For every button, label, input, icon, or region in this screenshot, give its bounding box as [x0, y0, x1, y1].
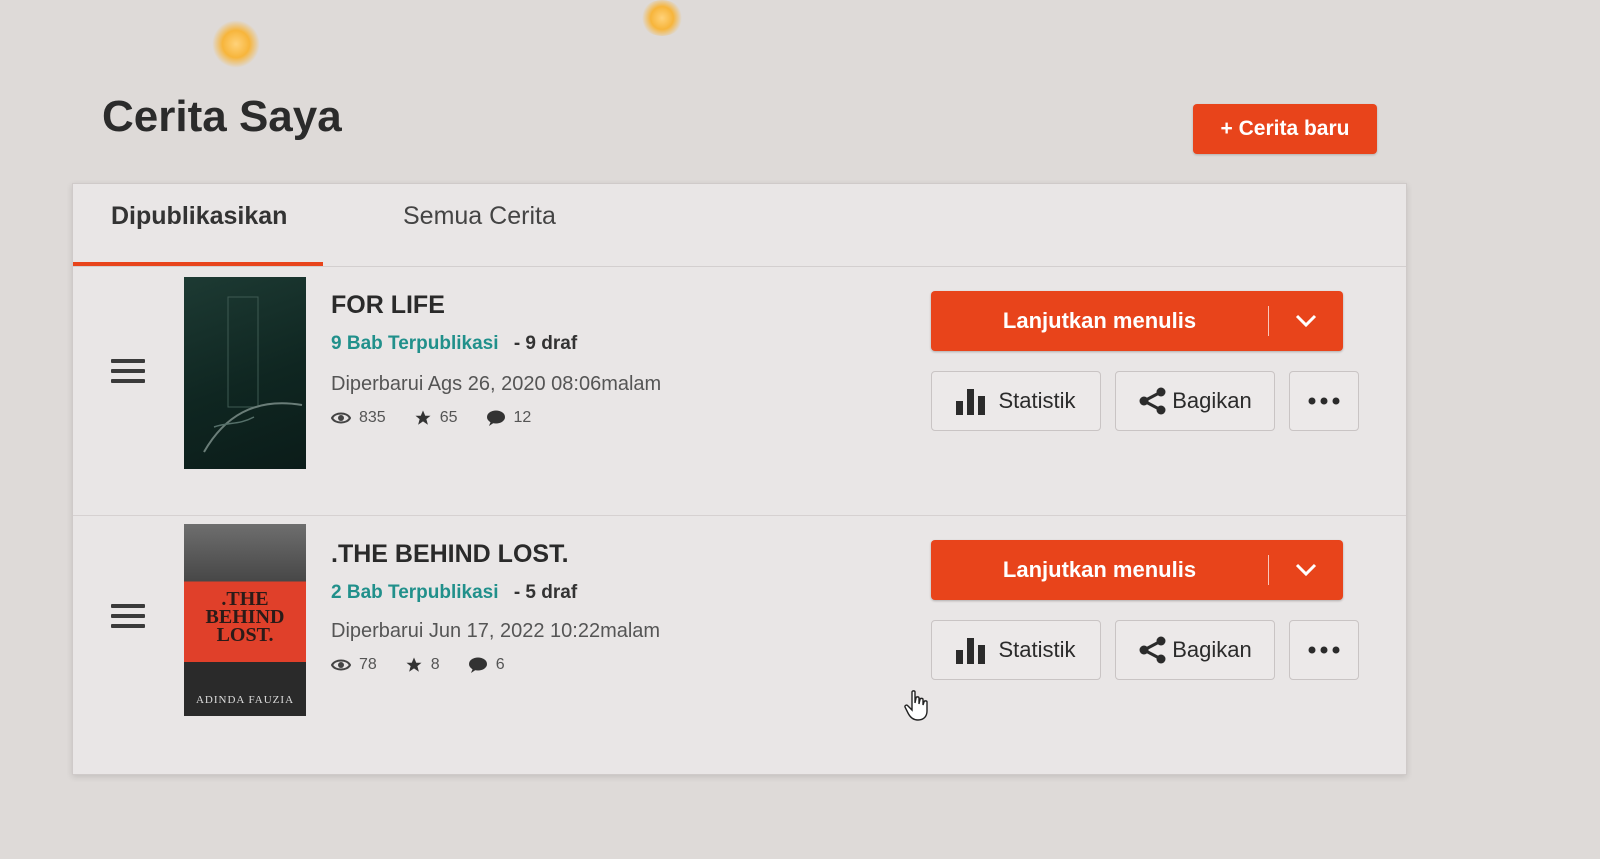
comments-count: 12: [513, 409, 532, 426]
share-button[interactable]: Bagikan: [1115, 371, 1275, 431]
story-cover[interactable]: [184, 277, 306, 469]
cover-title: .THE BEHIND LOST.: [205, 588, 285, 646]
hamburger-icon[interactable]: [111, 604, 145, 630]
page-title: Cerita Saya: [102, 92, 342, 141]
comments-count: 6: [495, 656, 505, 673]
cover-top-text: [184, 524, 306, 530]
comments-stat: 6: [468, 656, 505, 674]
statistics-label: Statistik: [998, 637, 1076, 662]
more-options-button[interactable]: [1289, 620, 1359, 680]
continue-writing-label[interactable]: Lanjutkan menulis: [931, 308, 1268, 334]
cover-artwork: [203, 296, 303, 453]
reads-stat: 78: [331, 656, 377, 674]
hamburger-icon[interactable]: [111, 359, 145, 385]
stories-card: Dipublikasikan Semua Cerita FOR LIFE 9 B…: [72, 183, 1407, 775]
ellipsis-icon: [1308, 646, 1340, 654]
active-tab-indicator: [73, 262, 323, 266]
ellipsis-icon: [1308, 397, 1340, 405]
published-parts-link[interactable]: 2 Bab Terpublikasi: [331, 582, 499, 603]
share-button[interactable]: Bagikan: [1115, 620, 1275, 680]
draft-count: - 5 draf: [513, 582, 578, 603]
statistics-label: Statistik: [998, 388, 1076, 413]
share-icon: [1139, 387, 1166, 415]
votes-stat: 8: [405, 656, 440, 674]
reads-stat: 835: [331, 409, 386, 427]
draft-count: - 9 draf: [513, 333, 578, 354]
updated-date: Diperbarui Jun 17, 2022 10:22malam: [331, 620, 661, 642]
story-stats: 78 8 6: [331, 656, 533, 674]
eye-icon: [331, 659, 351, 671]
hand-cursor-icon: [904, 690, 928, 721]
story-title[interactable]: .THE BEHIND LOST.: [331, 540, 569, 569]
bar-chart-icon: [956, 638, 986, 664]
chevron-down-icon[interactable]: [1269, 314, 1343, 328]
new-story-button[interactable]: + Cerita baru: [1193, 104, 1377, 154]
tab-published[interactable]: Dipublikasikan: [111, 202, 287, 231]
share-label: Bagikan: [1172, 637, 1252, 662]
continue-writing-button: Lanjutkan menulis: [931, 540, 1343, 600]
more-options-button[interactable]: [1289, 371, 1359, 431]
votes-count: 8: [430, 656, 440, 673]
updated-date: Diperbarui Ags 26, 2020 08:06malam: [331, 373, 662, 395]
comment-icon: [486, 410, 505, 426]
story-row: .THE BEHIND LOST. ADINDA FAUZIA .THE BEH…: [73, 515, 1406, 764]
continue-writing-button: Lanjutkan menulis: [931, 291, 1343, 351]
share-label: Bagikan: [1172, 388, 1252, 413]
story-cover[interactable]: .THE BEHIND LOST. ADINDA FAUZIA: [184, 524, 306, 716]
story-stats: 835 65 12: [331, 409, 559, 427]
bar-chart-icon: [956, 389, 986, 415]
votes-stat: 65: [414, 409, 458, 427]
chevron-down-icon[interactable]: [1269, 563, 1343, 577]
star-icon: [415, 410, 431, 425]
star-icon: [406, 657, 422, 672]
cover-author: ADINDA FAUZIA: [195, 694, 295, 706]
reads-count: 78: [359, 656, 377, 673]
continue-writing-label[interactable]: Lanjutkan menulis: [931, 557, 1268, 583]
light-glare: [212, 20, 260, 68]
story-parts: 2 Bab Terpublikasi - 5 draf: [331, 582, 577, 604]
share-icon: [1139, 636, 1166, 664]
published-parts-link[interactable]: 9 Bab Terpublikasi: [331, 333, 499, 354]
reads-count: 835: [359, 409, 386, 426]
story-parts: 9 Bab Terpublikasi - 9 draf: [331, 333, 577, 355]
story-row: FOR LIFE 9 Bab Terpublikasi - 9 draf Dip…: [73, 267, 1406, 515]
statistics-button[interactable]: Statistik: [931, 371, 1101, 431]
statistics-button[interactable]: Statistik: [931, 620, 1101, 680]
tab-bar: Dipublikasikan Semua Cerita: [73, 184, 1406, 267]
comments-stat: 12: [486, 409, 532, 427]
comment-icon: [468, 657, 487, 673]
tab-all-stories[interactable]: Semua Cerita: [403, 202, 556, 231]
votes-count: 65: [439, 409, 458, 426]
story-title[interactable]: FOR LIFE: [331, 291, 445, 320]
light-glare: [640, 0, 684, 36]
eye-icon: [331, 412, 351, 424]
